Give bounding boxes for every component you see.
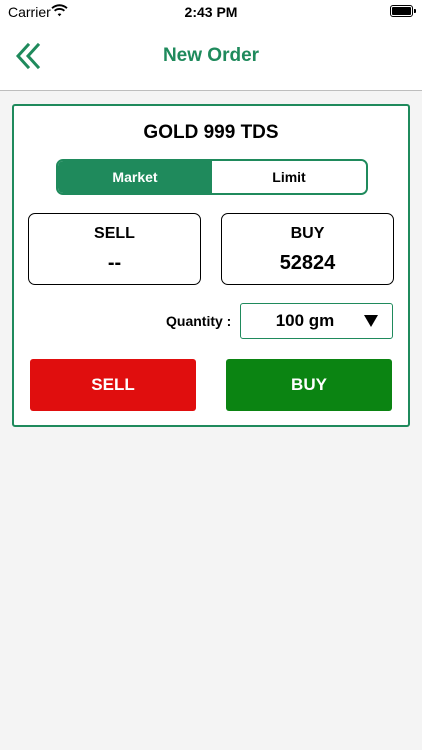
buy-price-value: 52824 [279, 252, 336, 274]
sell-price-box: SELL -- [28, 213, 201, 285]
quantity-dropdown[interactable]: 100 gm [240, 303, 393, 339]
clock: 2:43 PM [184, 4, 238, 20]
sell-button[interactable]: SELL [30, 359, 196, 411]
dropdown-triangle-icon [364, 315, 378, 327]
quantity-value: 100 gm [275, 311, 335, 330]
battery-icon [390, 5, 416, 17]
order-card: GOLD 999 TDS Market Limit SELL -- BUY 52… [12, 104, 410, 427]
buy-price-box: BUY 52824 [221, 213, 394, 285]
status-bar: Carrier 2:43 PM [0, 0, 422, 24]
sell-price-label: SELL [94, 225, 135, 242]
page-title: New Order [162, 45, 260, 66]
sell-price-value: -- [107, 252, 122, 274]
buy-button[interactable]: BUY [226, 359, 392, 411]
tab-market[interactable]: Market [58, 161, 212, 193]
tab-limit[interactable]: Limit [212, 161, 366, 193]
navigation-bar: New Order [0, 24, 422, 91]
symbol-title: GOLD 999 TDS [143, 122, 279, 143]
buy-price-label: BUY [290, 225, 325, 242]
order-type-toggle: Market Limit [56, 159, 368, 195]
quantity-label: Quantity : [166, 313, 232, 329]
